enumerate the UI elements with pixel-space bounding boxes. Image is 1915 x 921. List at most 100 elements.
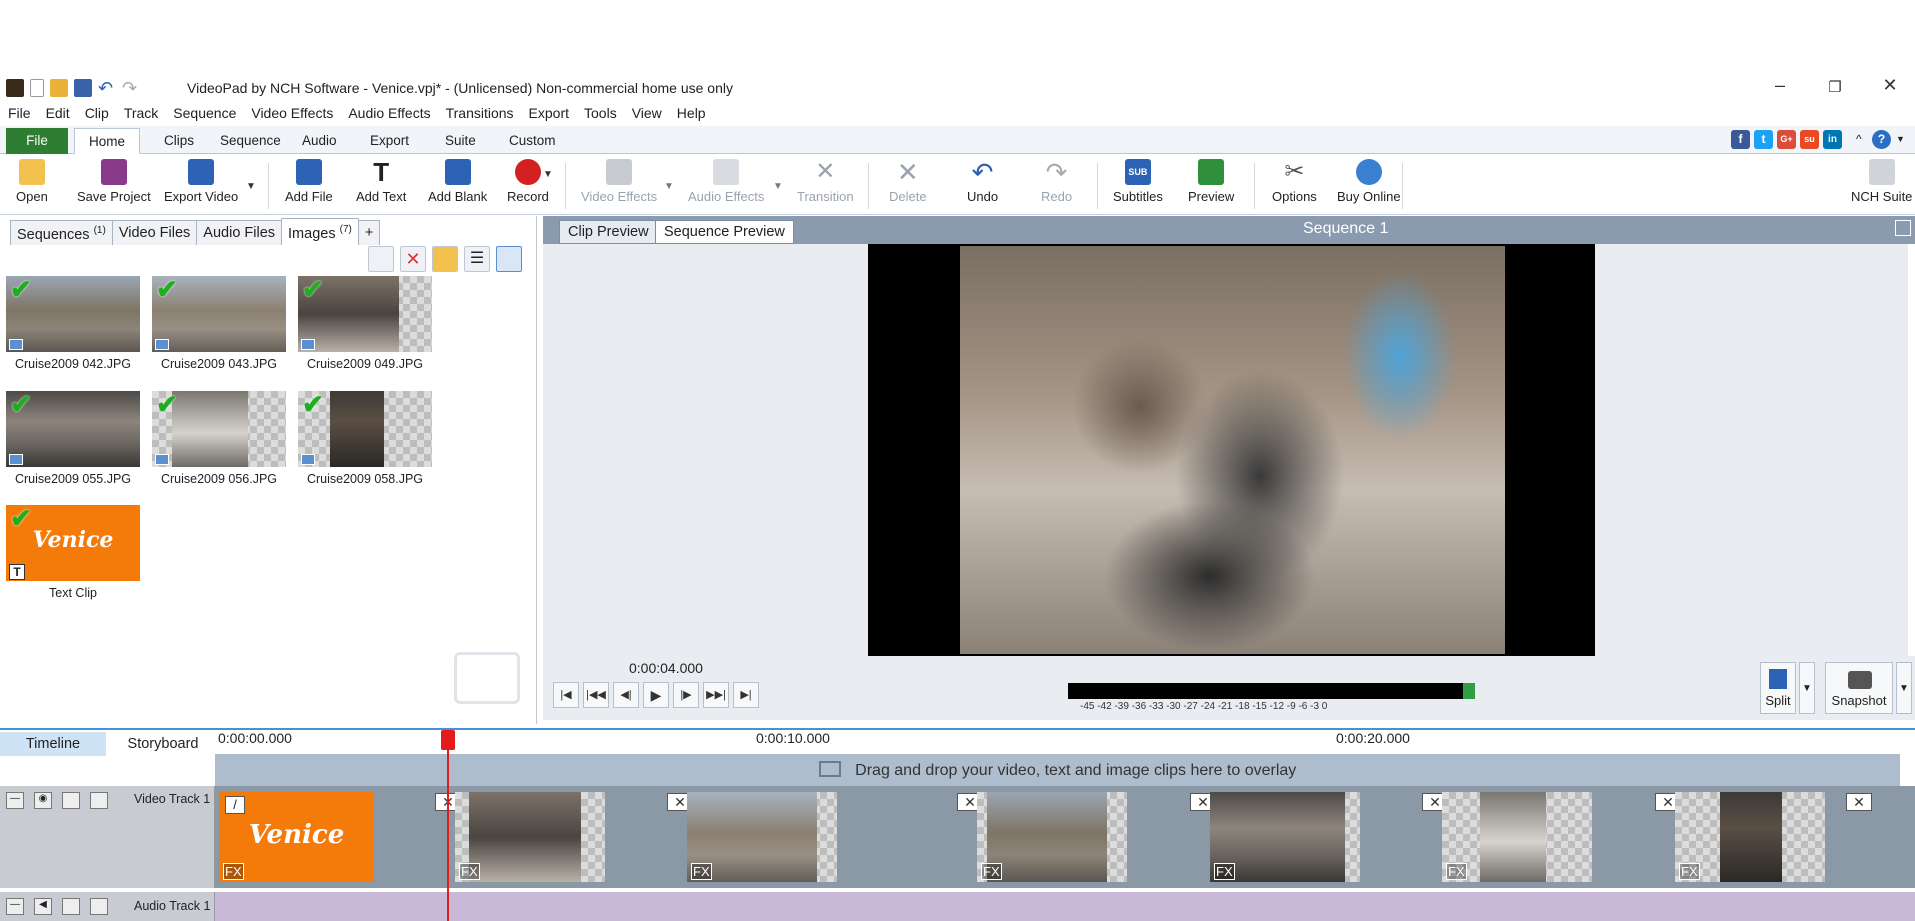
- transition-button[interactable]: ✕ Transition: [797, 159, 854, 205]
- menu-tools[interactable]: Tools: [584, 101, 624, 125]
- speaker-icon[interactable]: ◀: [34, 898, 52, 915]
- fx-badge[interactable]: FX: [981, 863, 1002, 880]
- nch-suite-button[interactable]: NCH Suite: [1851, 159, 1912, 204]
- help-dropdown-icon[interactable]: ▼: [1896, 134, 1905, 144]
- menu-file[interactable]: File: [8, 101, 38, 125]
- prev-clip-icon[interactable]: |◀◀: [583, 682, 609, 708]
- options-button[interactable]: ✂ Options: [1272, 159, 1317, 205]
- track-fx-icon[interactable]: [62, 898, 80, 915]
- save-project-button[interactable]: Save Project: [77, 159, 151, 204]
- fx-badge[interactable]: FX: [691, 863, 712, 880]
- fx-badge[interactable]: FX: [1214, 863, 1235, 880]
- timeline-clip[interactable]: FX: [1675, 792, 1825, 882]
- tab-custom[interactable]: Custom: [495, 128, 570, 154]
- stumbleupon-icon[interactable]: su: [1800, 130, 1819, 149]
- tab-export[interactable]: Export: [356, 128, 423, 154]
- visibility-eye-icon[interactable]: ◉: [34, 792, 52, 809]
- video-effects-dropdown-icon[interactable]: ▼: [664, 181, 674, 192]
- open-project-icon[interactable]: [50, 79, 68, 97]
- next-clip-icon[interactable]: ▶▶|: [703, 682, 729, 708]
- tab-home[interactable]: Home: [74, 128, 141, 154]
- collapse-ribbon-icon[interactable]: ^: [1856, 132, 1862, 146]
- close-icon[interactable]: ✕: [1870, 75, 1910, 96]
- new-project-icon[interactable]: [30, 79, 44, 97]
- menu-track[interactable]: Track: [124, 101, 165, 125]
- bin-item[interactable]: Venice ✔ T Text Clip: [3, 505, 143, 600]
- delete-button[interactable]: ✕ Delete: [889, 159, 927, 204]
- bin-item[interactable]: ✔ Cruise2009 058.JPG: [295, 391, 435, 486]
- linkedin-icon[interactable]: in: [1823, 130, 1842, 149]
- bin-item[interactable]: ✔ Cruise2009 042.JPG: [3, 276, 143, 371]
- split-dropdown-icon[interactable]: ▼: [1799, 662, 1815, 714]
- tab-sequences[interactable]: Sequences (1): [10, 220, 113, 245]
- tab-file[interactable]: File: [6, 128, 68, 154]
- menu-clip[interactable]: Clip: [85, 101, 116, 125]
- googleplus-icon[interactable]: G+: [1777, 130, 1796, 149]
- fx-badge[interactable]: FX: [459, 863, 480, 880]
- timeline-clip[interactable]: FX: [687, 792, 837, 882]
- timeline-clip[interactable]: FX: [1442, 792, 1592, 882]
- tab-sequence-preview[interactable]: Sequence Preview: [655, 220, 794, 244]
- menu-view[interactable]: View: [632, 101, 669, 125]
- audio-track[interactable]: — ◀ Audio Track 1: [0, 892, 1915, 921]
- tab-timeline[interactable]: Timeline: [0, 732, 106, 756]
- help-icon[interactable]: ?: [1872, 130, 1891, 149]
- step-back-icon[interactable]: ◀|: [613, 682, 639, 708]
- subtitles-button[interactable]: SUB Subtitles: [1113, 159, 1163, 204]
- step-forward-icon[interactable]: |▶: [673, 682, 699, 708]
- timeline-clip[interactable]: FX: [977, 792, 1127, 882]
- menu-help[interactable]: Help: [677, 101, 713, 125]
- tab-images[interactable]: Images (7): [281, 218, 359, 245]
- redo-button[interactable]: ↷ Redo: [1041, 159, 1072, 204]
- preview-button[interactable]: Preview: [1188, 159, 1234, 204]
- open-button[interactable]: Open: [16, 159, 48, 204]
- collapse-track-icon[interactable]: —: [6, 792, 24, 809]
- undo-icon[interactable]: ↶: [98, 79, 116, 97]
- record-button[interactable]: Record: [507, 159, 549, 204]
- skip-end-icon[interactable]: ▶|: [733, 682, 759, 708]
- tab-audio-files[interactable]: Audio Files: [196, 220, 283, 245]
- text-clip[interactable]: Venice / FX: [219, 792, 374, 882]
- fx-badge[interactable]: FX: [1446, 863, 1467, 880]
- playhead-line[interactable]: [447, 730, 449, 921]
- play-icon[interactable]: ▶: [643, 682, 669, 708]
- track-fx-icon[interactable]: [62, 792, 80, 809]
- tab-storyboard[interactable]: Storyboard: [112, 732, 214, 756]
- buy-online-button[interactable]: Buy Online: [1337, 159, 1401, 204]
- tab-audio[interactable]: Audio: [288, 128, 351, 154]
- lock-track-icon[interactable]: [90, 792, 108, 809]
- add-bin-tab-button[interactable]: +: [357, 220, 381, 245]
- overlay-track[interactable]: Drag and drop your video, text and image…: [215, 754, 1900, 786]
- bin-item[interactable]: ✔ Cruise2009 049.JPG: [295, 276, 435, 371]
- restore-icon[interactable]: ❐: [1815, 78, 1855, 96]
- sort-icon[interactable]: [368, 246, 394, 272]
- video-preview[interactable]: [868, 244, 1595, 656]
- transition-icon[interactable]: ✕: [1846, 793, 1872, 811]
- tab-clips[interactable]: Clips: [150, 128, 208, 154]
- minimize-icon[interactable]: –: [1760, 75, 1800, 96]
- save-icon[interactable]: [74, 79, 92, 97]
- menu-sequence[interactable]: Sequence: [173, 101, 243, 125]
- split-button[interactable]: Split: [1760, 662, 1796, 714]
- snapshot-button[interactable]: Snapshot: [1825, 662, 1893, 714]
- record-dropdown-icon[interactable]: ▼: [543, 169, 553, 180]
- remove-icon[interactable]: ✕: [400, 246, 426, 272]
- skip-start-icon[interactable]: |◀: [553, 682, 579, 708]
- playhead-marker[interactable]: [441, 730, 455, 750]
- add-blank-button[interactable]: Add Blank: [428, 159, 487, 204]
- audio-effects-dropdown-icon[interactable]: ▼: [773, 181, 783, 192]
- twitter-icon[interactable]: t: [1754, 130, 1773, 149]
- timeline-clip[interactable]: FX: [455, 792, 605, 882]
- redo-icon[interactable]: ↷: [122, 79, 140, 97]
- menu-export[interactable]: Export: [529, 101, 576, 125]
- bin-item[interactable]: ✔ Cruise2009 055.JPG: [3, 391, 143, 486]
- menu-edit[interactable]: Edit: [46, 101, 77, 125]
- text-edit-icon[interactable]: /: [225, 796, 245, 814]
- lock-track-icon[interactable]: [90, 898, 108, 915]
- snapshot-dropdown-icon[interactable]: ▼: [1896, 662, 1912, 714]
- menu-video-effects[interactable]: Video Effects: [251, 101, 340, 125]
- video-effects-button[interactable]: Video Effects: [581, 159, 657, 204]
- export-dropdown-icon[interactable]: ▼: [246, 181, 256, 192]
- undock-icon[interactable]: [1895, 220, 1911, 236]
- undo-button[interactable]: ↶ Undo: [967, 159, 998, 204]
